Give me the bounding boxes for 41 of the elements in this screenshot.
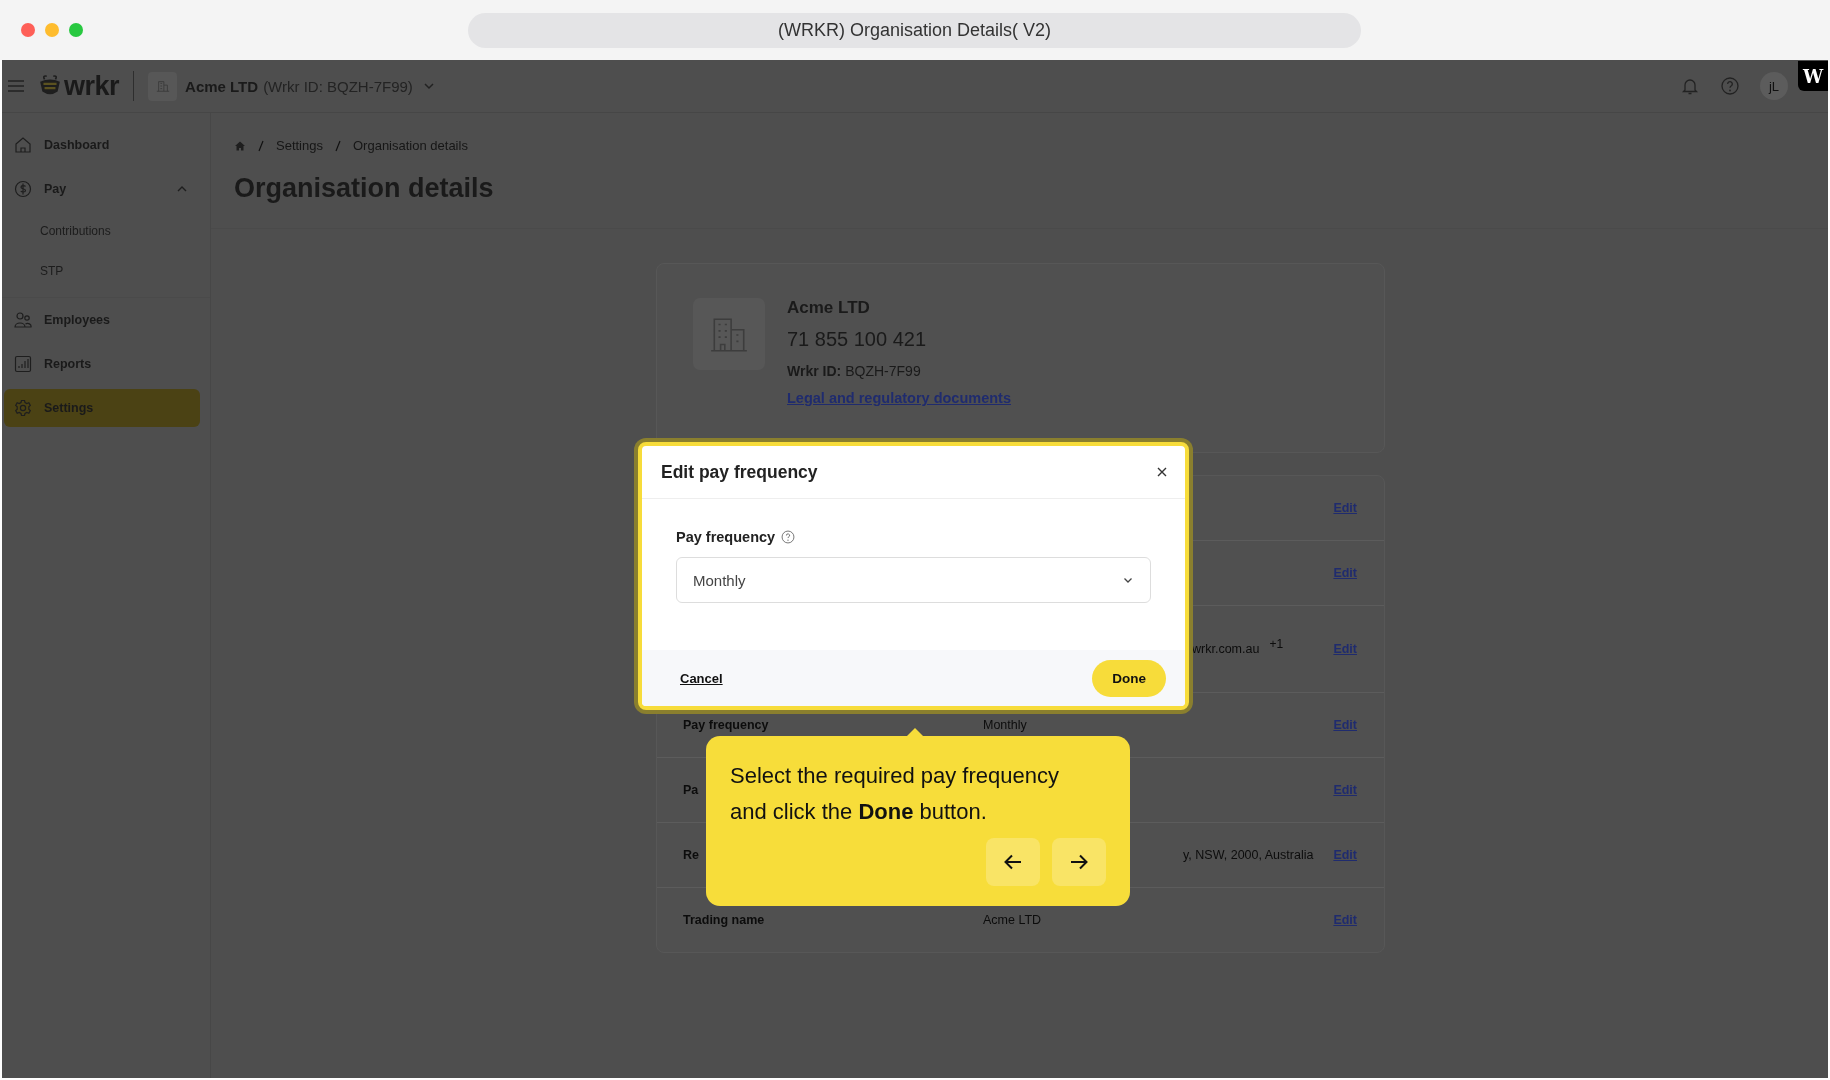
breadcrumb-link[interactable]: Organisation details (353, 138, 468, 153)
field-value: wrkr.com.au (1192, 642, 1260, 656)
help-icon[interactable] (781, 530, 796, 544)
bar-chart-icon (14, 355, 32, 373)
close-icon[interactable] (1155, 465, 1169, 479)
maximize-window-button[interactable] (69, 23, 83, 37)
field-value: Monthly (983, 718, 1027, 732)
cancel-link[interactable]: Cancel (680, 670, 723, 686)
user-avatar[interactable]: jL (1760, 72, 1788, 100)
minimize-window-button[interactable] (45, 23, 59, 37)
bee-logo-icon (38, 75, 62, 97)
tooltip-text: Select the required pay frequency and click the Done button. (730, 762, 1060, 826)
dollar-icon (14, 180, 32, 198)
home-icon (14, 136, 32, 154)
field-value: Acme LTD (983, 913, 1042, 927)
more-count: +1 (1269, 637, 1284, 651)
building-icon (155, 79, 170, 93)
chevron-down-icon[interactable] (422, 80, 435, 92)
field-label: Re (683, 848, 699, 862)
help-icon[interactable] (1720, 76, 1740, 96)
dialog-title: Edit pay frequency (661, 461, 818, 483)
breadcrumb-separator-icon (258, 139, 264, 152)
field-label: Pa (683, 783, 699, 797)
notification-bell-icon[interactable] (1680, 76, 1700, 96)
close-window-button[interactable] (21, 23, 35, 37)
menu-icon[interactable] (8, 80, 24, 92)
settings-icon (14, 399, 32, 417)
pay-frequency-select[interactable]: Monthly (676, 557, 1151, 603)
next-button[interactable] (1052, 838, 1106, 886)
app-badge[interactable]: W (1798, 61, 1828, 91)
field-label: Pay frequency (683, 718, 769, 732)
previous-button[interactable] (986, 838, 1040, 886)
address-bar[interactable]: (WRKR) Organisation Details( V2) (468, 13, 1361, 48)
home-icon[interactable] (234, 139, 246, 152)
breadcrumb-separator-icon (335, 139, 341, 152)
breadcrumb-link[interactable]: Settings (276, 138, 323, 153)
field-value: y, NSW, 2000, Australia (1183, 848, 1314, 862)
people-icon (14, 311, 32, 329)
field-label: Pay frequency (676, 529, 776, 545)
field-label: Trading name (683, 913, 765, 927)
done-button[interactable]: Done (1092, 659, 1166, 697)
